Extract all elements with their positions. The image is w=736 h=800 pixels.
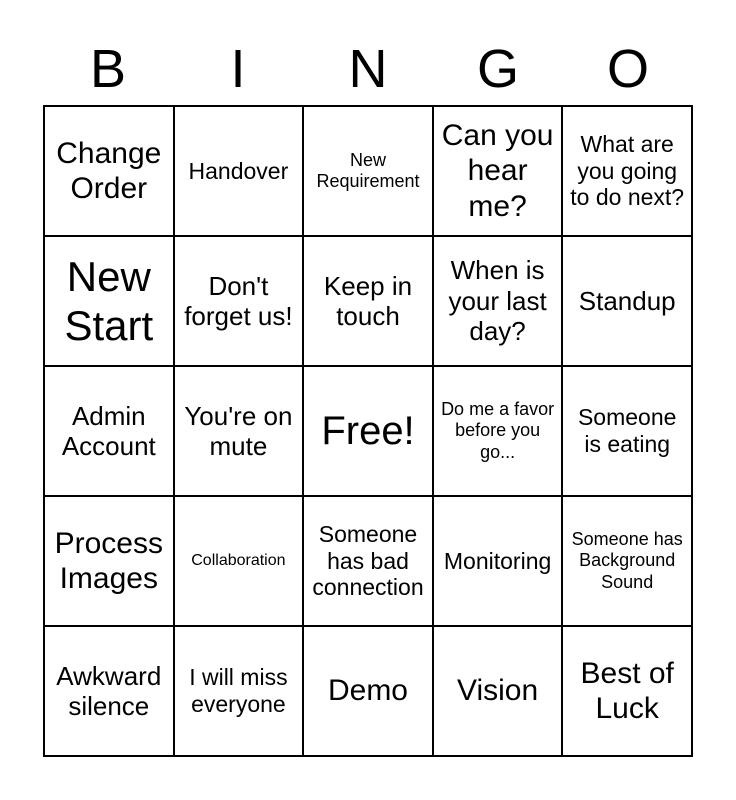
bingo-cell-label: Change Order: [56, 136, 162, 205]
bingo-cell-label: I will miss everyone: [189, 664, 288, 717]
bingo-cell[interactable]: New Requirement: [304, 107, 434, 237]
bingo-cell-label: Can you hear me?: [441, 119, 554, 223]
bingo-cell[interactable]: I will miss everyone: [174, 627, 305, 757]
bingo-card: B I N G O Change Order Handover New Requ…: [0, 0, 736, 800]
bingo-header-letter-i: I: [230, 39, 246, 99]
bingo-cell[interactable]: Awkward silence: [45, 627, 175, 757]
bingo-cell[interactable]: What are you going to do next?: [563, 107, 693, 237]
bingo-cell[interactable]: Admin Account: [45, 367, 175, 497]
bingo-cell[interactable]: Someone has Background Sound: [563, 497, 693, 627]
bingo-cell[interactable]: Process Images: [45, 497, 175, 627]
bingo-cell[interactable]: Can you hear me?: [433, 107, 564, 237]
bingo-cell-label: Keep in touch: [323, 270, 413, 331]
bingo-cell-label: Don't forget us!: [184, 270, 293, 331]
bingo-cell-label: You're on mute: [184, 400, 293, 461]
bingo-cell[interactable]: Keep in touch: [304, 237, 434, 367]
bingo-cell[interactable]: Monitoring: [433, 497, 564, 627]
bingo-cell[interactable]: Someone is eating: [563, 367, 693, 497]
bingo-cell[interactable]: Standup: [563, 237, 693, 367]
bingo-cell-label: What are you going to do next?: [570, 130, 685, 211]
bingo-cell-free[interactable]: Free!: [304, 367, 434, 497]
bingo-header-letter-b: B: [89, 39, 127, 99]
bingo-cell-label: Standup: [578, 285, 676, 316]
bingo-cell[interactable]: Don't forget us!: [174, 237, 305, 367]
bingo-cell-label: Collaboration: [191, 551, 286, 569]
bingo-cell[interactable]: New Start: [45, 237, 175, 367]
bingo-cell-label: Vision: [457, 674, 539, 708]
bingo-cell[interactable]: When is your last day?: [433, 237, 564, 367]
bingo-cell[interactable]: Someone has bad connection: [304, 497, 434, 627]
bingo-header-letter-g: G: [476, 39, 519, 99]
bingo-cell-label: Free!: [321, 408, 415, 453]
bingo-cell-label: New Start: [64, 252, 154, 349]
bingo-cell-label: Someone has bad connection: [312, 520, 424, 601]
bingo-cell[interactable]: Change Order: [45, 107, 175, 237]
bingo-cell-label: Someone is eating: [577, 404, 677, 457]
bingo-cell-label: Process Images: [54, 526, 163, 595]
bingo-cell-label: Demo: [327, 674, 408, 708]
bingo-cell-label: Awkward silence: [56, 660, 162, 721]
bingo-cell-label: Best of Luck: [580, 656, 674, 725]
bingo-cell[interactable]: Do me a favor before you go...: [433, 367, 564, 497]
bingo-cell-label: Monitoring: [443, 547, 552, 574]
bingo-cell[interactable]: Demo: [304, 627, 434, 757]
bingo-cell[interactable]: Vision: [433, 627, 564, 757]
bingo-cell-label: New Requirement: [316, 149, 420, 191]
bingo-grid: Change Order Handover New Requirement Ca…: [43, 105, 693, 757]
bingo-cell-label: Admin Account: [61, 400, 156, 461]
bingo-header-row: B I N G O: [43, 38, 693, 100]
bingo-cell[interactable]: Collaboration: [174, 497, 305, 627]
bingo-header-letter-o: O: [606, 39, 649, 99]
bingo-cell[interactable]: You're on mute: [174, 367, 305, 497]
bingo-cell[interactable]: Best of Luck: [563, 627, 693, 757]
bingo-cell-label: When is your last day?: [448, 255, 547, 347]
bingo-cell-label: Someone has Background Sound: [571, 529, 683, 592]
bingo-cell-label: Handover: [188, 157, 289, 184]
bingo-header-letter-n: N: [348, 39, 388, 99]
bingo-cell-label: Do me a favor before you go...: [441, 399, 555, 462]
bingo-cell[interactable]: Handover: [174, 107, 305, 237]
